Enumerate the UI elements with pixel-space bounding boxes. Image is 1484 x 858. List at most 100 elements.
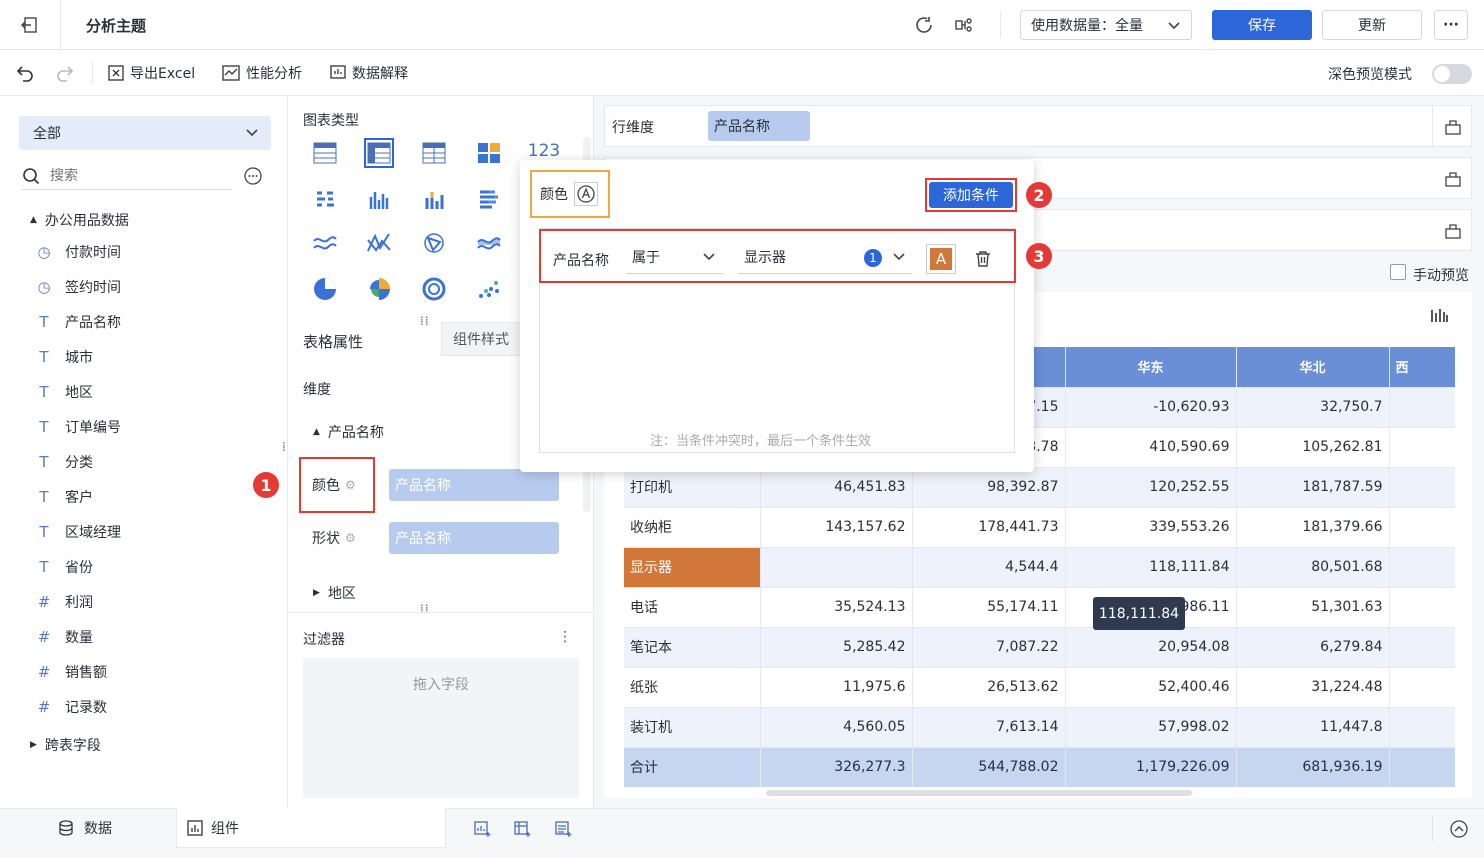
save-button[interactable]: 保存 [1212,10,1312,40]
performance-button[interactable]: 性能分析 [222,62,302,84]
data-usage-select[interactable]: 使用数据量：全量 [1020,10,1192,40]
chart-type-rose-icon[interactable] [364,274,394,304]
field-item[interactable]: T 订单编号 [36,415,121,439]
field-search[interactable] [22,162,232,190]
condition-operator-select[interactable]: 属于 [626,240,724,274]
condition-color-swatch[interactable]: A [926,244,956,274]
table-scrollbar[interactable] [766,790,1192,796]
row-header-cell: 显示器 [624,547,761,588]
cross-table-group[interactable]: ▶ 跨表字段 [30,735,101,755]
tab-component-style[interactable]: 组件样式 [441,322,521,356]
exit-icon[interactable] [18,13,42,37]
more-button[interactable]: ··· [1434,10,1468,40]
field-item[interactable]: ◷ 签约时间 [36,275,121,299]
table-row[interactable]: 装订机 4,560.05 7,613.14 57,998.02 11,447.8 [624,707,1455,748]
collapse-up-icon[interactable] [1448,818,1470,840]
table-cell: 544,788.02 [912,747,1066,787]
resize-handle[interactable]: ⁞⁞ [420,314,430,328]
add-condition-button[interactable]: 添加条件 [929,182,1013,208]
add-list-icon[interactable] [553,818,575,840]
dataset-select[interactable]: 全部 [19,116,271,150]
chart-type-polyline-icon[interactable] [364,228,394,258]
panel-splitter[interactable]: ⁞ [282,440,286,454]
field-item[interactable]: T 城市 [36,345,93,369]
chart-type-table-icon[interactable] [310,138,340,168]
add-crosstab-icon[interactable] [512,818,534,840]
delete-icon[interactable] [972,248,994,270]
table-row[interactable]: 纸张 11,975.6 26,513.62 52,400.46 31,224.48 [624,667,1455,708]
chart-type-area-icon[interactable] [474,228,504,258]
sort-icon[interactable] [1443,117,1463,137]
tab-component-label: 组件 [211,820,239,837]
add-component-icon[interactable] [472,818,494,840]
dim-product-node[interactable]: ▲ 产品名称 [313,422,384,442]
field-item[interactable]: T 省份 [36,555,93,579]
header-cell[interactable]: 西 [1389,347,1455,388]
field-item[interactable]: T 分类 [36,450,93,474]
condition-value-select[interactable]: 显示器 1 [738,240,912,274]
filter-dropzone[interactable]: 拖入字段 [303,658,579,798]
chart-type-pie-icon[interactable] [310,274,340,304]
chart-type-column-icon[interactable] [364,184,394,214]
sort-icon[interactable] [1443,221,1463,241]
chart-type-crosstab-icon[interactable] [364,138,394,168]
field-item[interactable]: T 产品名称 [36,310,121,334]
header-cell[interactable]: 华北 [1236,347,1390,388]
field-item[interactable]: T 客户 [36,485,93,509]
header-cell[interactable]: 华东 [1065,347,1237,388]
shape-prop[interactable]: 形状 ⚙ [312,528,356,548]
table-total-row[interactable]: 合计 326,277.3 544,788.02 1,179,226.09 681,936… [624,747,1455,787]
color-prop-box[interactable]: 颜色 ⚙ [299,457,375,513]
shape-field-slot[interactable]: 产品名称 [389,522,559,554]
update-button[interactable]: 更新 [1322,10,1422,40]
field-item[interactable]: T 地区 [36,380,93,404]
dark-preview-toggle[interactable] [1432,64,1472,84]
more-options-icon[interactable] [243,166,263,186]
undo-icon[interactable] [14,62,36,84]
chart-type-line-icon[interactable] [310,228,340,258]
chart-type-kpi-icon[interactable] [474,138,504,168]
field-item[interactable]: # 数量 [36,625,93,649]
field-item-label: 客户 [65,490,93,506]
tab-component[interactable]: 组件 [176,808,446,848]
chart-settings-icon[interactable] [1428,305,1450,327]
chart-type-ring-icon[interactable] [419,274,449,304]
redo-icon[interactable] [54,62,76,84]
table-row[interactable]: 打印机 46,451.83 98,392.87 120,252.55 181,787.5… [624,467,1455,508]
chart-type-grouped-bar-icon[interactable] [310,184,340,214]
field-item[interactable]: # 记录数 [36,695,107,719]
popup-color-header[interactable]: 颜色 [530,170,610,218]
search-input[interactable] [50,167,210,184]
table-cell: 57,998.02 [1065,707,1237,748]
refresh-icon[interactable] [912,13,936,37]
row-dim-field[interactable]: 产品名称 [708,111,810,141]
chart-type-radar-icon[interactable] [419,228,449,258]
color-field-slot[interactable]: 产品名称 [389,469,559,501]
field-group-header[interactable]: ▲ 办公用品数据 [30,210,129,230]
table-row[interactable]: 笔记本 5,285.42 7,087.22 20,954.08 6,279.84 [624,627,1455,668]
chart-type-scatter-icon[interactable] [474,274,504,304]
manual-preview-checkbox[interactable] [1390,264,1406,280]
data-explain-button[interactable]: 数据解释 [330,62,408,84]
dim-region-node[interactable]: ▶ 地区 [313,583,356,603]
tab-data[interactable]: 数据 [58,818,112,838]
field-item[interactable]: ◷ 付款时间 [36,240,121,264]
field-item[interactable]: # 利润 [36,590,93,614]
sort-icon[interactable] [1443,169,1463,189]
field-item[interactable]: # 销售额 [36,660,107,684]
table-row[interactable]: 收纳柜 143,157.62 178,441.73 339,553.26 181,379… [624,507,1455,548]
chart-type-list-icon[interactable] [419,138,449,168]
field-item[interactable]: T 区域经理 [36,520,121,544]
lineage-icon[interactable] [952,13,976,37]
tab-table-props[interactable]: 表格属性 [303,331,363,352]
color-picker-icon[interactable] [574,182,598,206]
table-row[interactable]: 显示器 4,544.4 118,111.84 80,501.68 [624,547,1455,588]
resize-handle[interactable]: ⁞⁞ [420,602,430,616]
filter-menu-icon[interactable]: ⋮ [558,629,572,645]
chart-type-bar-color-icon[interactable] [419,184,449,214]
caret-down-icon: ▲ [313,427,320,437]
export-excel-button[interactable]: 导出Excel [108,62,195,84]
chevron-down-icon [893,253,905,261]
chart-type-stacked-bar-icon[interactable] [474,184,504,214]
table-row[interactable]: 电话 35,524.13 55,174.11 986.11 51,301.63 [624,587,1455,628]
